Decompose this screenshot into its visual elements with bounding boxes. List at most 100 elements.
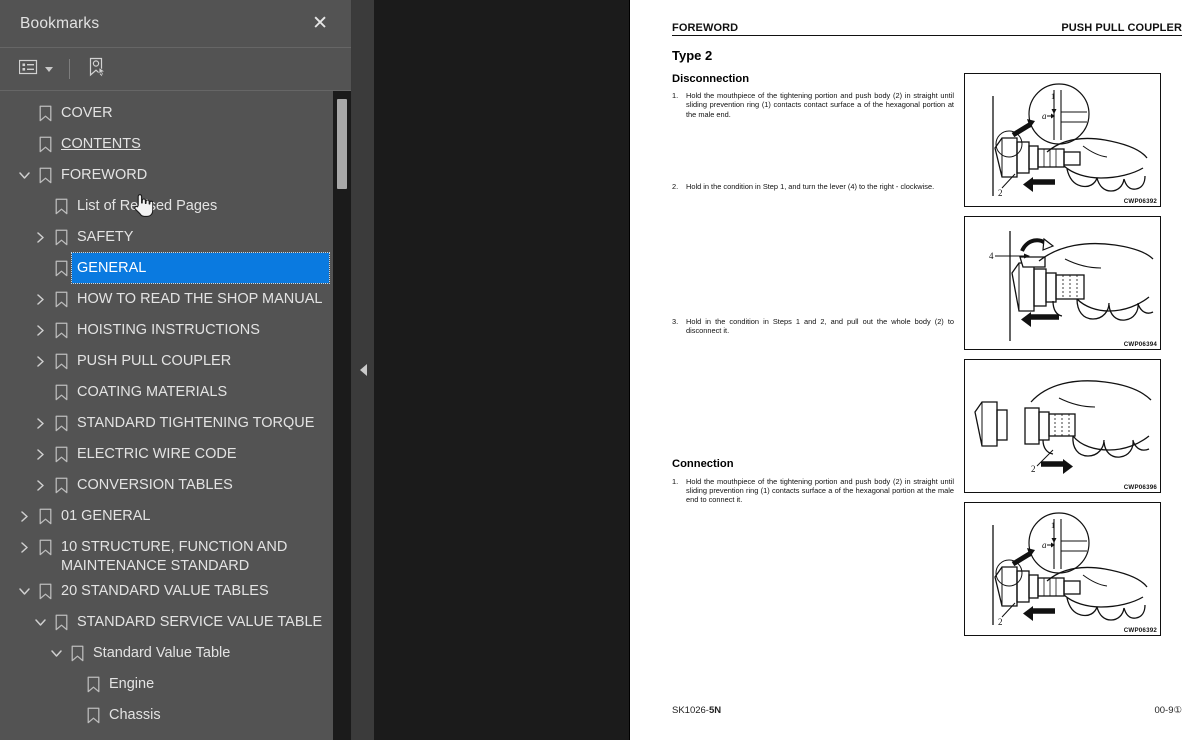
bookmark-item-general[interactable]: GENERAL	[0, 252, 351, 284]
chevron-down-icon[interactable]	[14, 576, 34, 607]
bookmark-icon	[34, 501, 56, 532]
step-number: 2.	[672, 181, 679, 191]
svg-text:1: 1	[1051, 521, 1055, 530]
bookmark-item-label: PUSH PULL COUPLER	[77, 353, 232, 369]
chevron-right-icon[interactable]	[30, 439, 50, 470]
figure-panel: a 1 2 CWP06392	[964, 502, 1161, 636]
bookmark-icon	[50, 377, 72, 408]
bookmarks-toolbar	[0, 48, 351, 91]
close-icon[interactable]: ✕	[307, 11, 333, 36]
bookmark-icon	[82, 700, 104, 731]
bookmark-item-label: CONTENTS	[61, 136, 141, 152]
bookmark-item-engine[interactable]: Engine	[0, 669, 351, 700]
bookmark-icon	[34, 98, 56, 129]
bookmark-icon	[66, 638, 88, 669]
list-options-button[interactable]	[16, 55, 56, 84]
bookmark-item-conversion-tables[interactable]: CONVERSION TABLES	[0, 470, 351, 501]
bookmark-item-label: GENERAL	[71, 252, 330, 284]
bookmark-item-foreword[interactable]: FOREWORD	[0, 160, 351, 191]
bookmark-item-cover[interactable]: COVER	[0, 98, 351, 129]
bookmark-icon	[50, 222, 72, 253]
step-text: Hold in the condition in Steps 1 and 2, …	[686, 317, 954, 336]
bookmark-item-01-general[interactable]: 01 GENERAL	[0, 501, 351, 532]
pdf-viewer[interactable]: FOREWORD PUSH PULL COUPLER Type 2 Discon…	[374, 0, 1200, 740]
new-bookmark-button[interactable]	[83, 53, 111, 86]
bookmark-item-standard-tightening-torque[interactable]: STANDARD TIGHTENING TORQUE	[0, 408, 351, 439]
bookmark-icon	[34, 532, 56, 563]
svg-text:2: 2	[1031, 464, 1036, 474]
figure-panel: 2 CWP06396	[964, 359, 1161, 493]
bookmark-item-label: 01 GENERAL	[61, 508, 151, 524]
chevron-right-icon[interactable]	[30, 284, 50, 315]
twisty-placeholder	[30, 253, 50, 284]
chevron-down-icon	[45, 66, 53, 72]
figure-code: CWP06396	[1123, 484, 1157, 491]
header-right-text: PUSH PULL COUPLER	[1061, 22, 1182, 34]
twisty-placeholder	[62, 669, 82, 700]
svg-text:a: a	[1042, 111, 1047, 121]
bookmark-item-label: ELECTRIC WIRE CODE	[77, 446, 237, 462]
panel-collapse-strip[interactable]	[352, 0, 374, 740]
pdf-page: FOREWORD PUSH PULL COUPLER Type 2 Discon…	[629, 0, 1200, 740]
step-item: 2. Hold in the condition in Step 1, and …	[672, 182, 954, 191]
bookmark-item-push-pull-coupler[interactable]: PUSH PULL COUPLER	[0, 346, 351, 377]
bookmark-item-label: Engine	[109, 676, 155, 692]
bookmark-icon	[50, 408, 72, 439]
bookmark-icon	[50, 439, 72, 470]
bookmarks-tree[interactable]: COVER CONTENTS FOREWORD List of Revised Pag…	[0, 91, 351, 740]
chevron-down-icon[interactable]	[46, 638, 66, 669]
bookmark-item-list-of-revised-pages[interactable]: List of Revised Pages	[0, 191, 351, 222]
bookmark-item-label: FOREWORD	[61, 167, 148, 183]
bookmark-icon	[50, 346, 72, 377]
footer-page-number: 00-9①	[1154, 705, 1182, 716]
bookmark-item-10-structure-function-and-maintenance-standard[interactable]: 10 STRUCTURE, FUNCTION AND MAINTENANCE S…	[0, 532, 351, 576]
chevron-down-icon[interactable]	[30, 607, 50, 638]
bookmark-item-hoisting-instructions[interactable]: HOISTING INSTRUCTIONS	[0, 315, 351, 346]
bookmark-item-standard-service-value-table[interactable]: STANDARD SERVICE VALUE TABLE	[0, 607, 351, 638]
chevron-right-icon[interactable]	[30, 408, 50, 439]
bookmarks-scrollbar-thumb[interactable]	[337, 99, 347, 189]
twisty-placeholder	[30, 191, 50, 222]
step-number: 1.	[672, 476, 679, 486]
bookmark-item-chassis[interactable]: Chassis	[0, 700, 351, 731]
bookmark-item-20-standard-value-tables[interactable]: 20 STANDARD VALUE TABLES	[0, 576, 351, 607]
bookmark-item-label: List of Revised Pages	[77, 198, 218, 214]
collapse-left-arrow-icon[interactable]	[359, 364, 367, 376]
bookmark-item-label: 10 STRUCTURE, FUNCTION AND MAINTENANCE S…	[61, 539, 288, 574]
bookmarks-panel-title: Bookmarks	[20, 14, 100, 32]
bookmark-item-how-to-read-the-shop-manual[interactable]: HOW TO READ THE SHOP MANUAL	[0, 284, 351, 315]
chevron-right-icon[interactable]	[14, 532, 34, 563]
bookmark-icon	[34, 576, 56, 607]
bookmark-item-contents[interactable]: CONTENTS	[0, 129, 351, 160]
bookmark-item-coating-materials[interactable]: COATING MATERIALS	[0, 377, 351, 408]
header-left-text: FOREWORD	[672, 22, 739, 34]
bookmark-icon	[50, 284, 72, 315]
section-heading-connection: Connection	[672, 457, 734, 470]
step-text: Hold the mouthpiece of the tightening po…	[686, 91, 954, 119]
bookmark-item-standard-value-table[interactable]: Standard Value Table	[0, 638, 351, 669]
chevron-down-icon[interactable]	[14, 160, 34, 191]
bookmark-icon	[50, 191, 72, 222]
bookmarks-scrollbar-track[interactable]	[333, 91, 351, 740]
bookmark-item-safety[interactable]: SAFETY	[0, 222, 351, 253]
list-options-icon	[18, 59, 39, 80]
bookmark-icon	[34, 160, 56, 191]
bookmark-item-label: Chassis	[109, 707, 161, 723]
page-text-column: Disconnection 1. Hold the mouthpiece of …	[672, 73, 954, 636]
bookmark-icon	[50, 607, 72, 638]
figure-panel: a 1 2 CWP06392	[964, 73, 1161, 207]
chevron-right-icon[interactable]	[14, 501, 34, 532]
bookmark-item-electric-wire-code[interactable]: ELECTRIC WIRE CODE	[0, 439, 351, 470]
bookmark-item-label: HOISTING INSTRUCTIONS	[77, 322, 260, 338]
svg-text:a: a	[1042, 540, 1047, 550]
bookmark-icon	[82, 669, 104, 700]
chevron-right-icon[interactable]	[30, 315, 50, 346]
bookmark-icon	[50, 253, 72, 284]
bookmark-icon	[50, 315, 72, 346]
chevron-right-icon[interactable]	[30, 470, 50, 501]
chevron-right-icon[interactable]	[30, 346, 50, 377]
bookmark-item-label: STANDARD TIGHTENING TORQUE	[77, 415, 315, 431]
bookmark-item-label: 20 STANDARD VALUE TABLES	[61, 583, 269, 599]
step-item: 1. Hold the mouthpiece of the tightening…	[672, 91, 954, 119]
chevron-right-icon[interactable]	[30, 222, 50, 253]
